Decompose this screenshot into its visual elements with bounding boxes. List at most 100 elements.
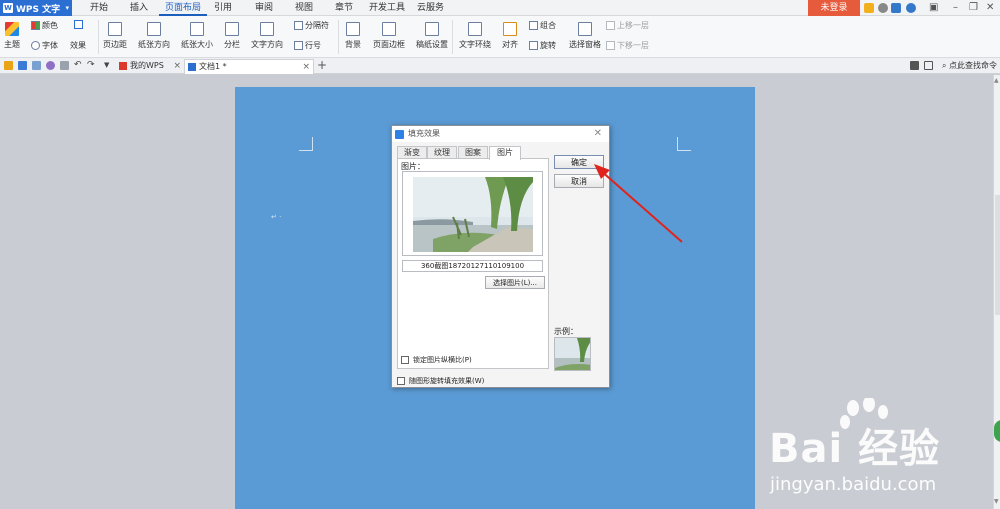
lock-ratio-label: 锁定图片纵横比(P) [413, 356, 472, 364]
page-border-button[interactable]: 页面边框 [373, 22, 405, 50]
tab-view[interactable]: 视图 [289, 0, 319, 16]
wps-logo-icon [119, 62, 127, 70]
orientation-button[interactable]: 纸张方向 [138, 22, 170, 50]
export-icon[interactable] [60, 61, 69, 70]
selection-pane-button[interactable]: 选择窗格 [569, 22, 601, 50]
new-tab-button[interactable]: + [317, 58, 327, 72]
close-icon[interactable]: ✕ [594, 126, 602, 142]
tab-review[interactable]: 审阅 [249, 0, 279, 16]
picture-panel: 图片： 360截图18720127110109100 选择图片(L)... 锁定… [397, 158, 549, 369]
close-icon[interactable]: × [302, 60, 310, 74]
tab-insert[interactable]: 插入 [124, 0, 154, 16]
document-icon [188, 63, 196, 71]
dialog-title-bar[interactable]: 填充效果 ✕ [392, 126, 609, 142]
tab-cloud[interactable]: 云服务 [411, 0, 450, 16]
align-button[interactable]: 对齐 [502, 22, 518, 50]
undo-icon[interactable]: ↶ [74, 61, 83, 70]
columns-button[interactable]: 分栏 [224, 22, 240, 50]
paper-size-icon [190, 22, 204, 36]
paper-size-button[interactable]: 纸张大小 [181, 22, 213, 50]
bring-forward-icon [606, 21, 615, 30]
search-icon: ⌕ [942, 61, 947, 70]
tab-reference[interactable]: 引用 [208, 0, 238, 16]
fill-effects-dialog: 填充效果 ✕ 渐变 纹理 图案 图片 图片： 360截图187201271101… [391, 125, 610, 388]
checkbox-icon[interactable] [397, 377, 405, 385]
help-icon[interactable] [906, 3, 916, 13]
background-button[interactable]: 背景 [345, 22, 361, 50]
effect-button[interactable]: 效果 [70, 40, 86, 51]
app-name: WPS 文字 [16, 4, 61, 15]
effect-icon-button[interactable] [74, 20, 83, 29]
theme-button[interactable]: 主题 [4, 22, 20, 50]
rotate-with-shape-label: 随图形旋转填充效果(W) [409, 377, 485, 385]
background-icon [346, 22, 360, 36]
tab-document1[interactable]: 文档1 * × [184, 59, 314, 74]
separator-icon [294, 21, 303, 30]
rotate-button[interactable]: 旋转 [529, 40, 556, 51]
red-arrow-annotation [594, 164, 683, 243]
margin-button[interactable]: 页边距 [103, 22, 127, 50]
send-backward-button[interactable]: 下移一层 [606, 40, 649, 51]
print-preview-icon[interactable] [32, 61, 41, 70]
color-icon [31, 21, 40, 30]
align-label: 对齐 [502, 40, 518, 49]
app-menu-button[interactable]: W WPS 文字 ▾ [0, 0, 72, 16]
tab-document1-label: 文档1 * [199, 62, 227, 71]
maximize-icon[interactable]: ❐ [969, 2, 978, 13]
redo-icon[interactable]: ↷ [87, 61, 96, 70]
bring-forward-button[interactable]: 上移一层 [606, 20, 649, 31]
tab-my-wps[interactable]: 我的WPS × [116, 59, 184, 74]
tab-start[interactable]: 开始 [84, 0, 114, 16]
skin-icon[interactable] [910, 61, 919, 70]
font-button[interactable]: 字体 [31, 40, 58, 51]
side-badge-icon[interactable] [994, 420, 1000, 442]
restore-ribbon-icon[interactable]: ▣ [929, 2, 938, 13]
close-icon[interactable]: ✕ [986, 2, 994, 13]
wrap-button[interactable]: 文字环绕 [459, 22, 491, 50]
tab-chapter[interactable]: 章节 [329, 0, 359, 16]
command-search[interactable]: ⌕ 点此查找命令 [942, 60, 997, 71]
color-button[interactable]: 颜色 [31, 20, 58, 31]
columns-icon [225, 22, 239, 36]
separator-button[interactable]: 分隔符 [294, 20, 329, 31]
text-direction-icon [260, 22, 274, 36]
scroll-thumb[interactable] [995, 195, 1000, 315]
scroll-up-icon[interactable]: ▲ [994, 77, 999, 84]
send-backward-label: 下移一层 [617, 41, 649, 50]
margin-icon [108, 22, 122, 36]
open-icon[interactable] [4, 61, 13, 70]
tab-picture[interactable]: 图片 [489, 146, 521, 160]
sample-label: 示例： [554, 327, 578, 336]
rotate-with-shape-checkbox[interactable]: 随图形旋转填充效果(W) [397, 376, 484, 386]
panel-icon[interactable] [924, 61, 933, 70]
tab-my-wps-label: 我的WPS [130, 61, 164, 70]
tab-developer[interactable]: 开发工具 [363, 0, 411, 16]
login-button[interactable]: 未登录 [808, 0, 860, 16]
selection-pane-label: 选择窗格 [569, 40, 601, 49]
selection-pane-icon [578, 22, 592, 36]
rotate-icon [529, 41, 538, 50]
orientation-icon [147, 22, 161, 36]
manuscript-button[interactable]: 稿纸设置 [416, 22, 448, 50]
command-search-label: 点此查找命令 [949, 61, 998, 70]
share-icon[interactable] [891, 3, 901, 13]
wps-logo-icon: W [3, 3, 13, 13]
close-icon[interactable]: × [173, 59, 181, 73]
line-number-icon [294, 41, 303, 50]
tab-page-layout[interactable]: 页面布局 [159, 0, 208, 16]
select-picture-button[interactable]: 选择图片(L)... [485, 276, 545, 289]
minimize-icon[interactable]: – [953, 2, 958, 13]
watermark-brand: Bai 经验 [769, 426, 941, 472]
skin-icon[interactable] [864, 3, 874, 13]
divider [452, 20, 453, 54]
settings-icon[interactable] [878, 3, 888, 13]
save-icon[interactable] [18, 61, 27, 70]
text-direction-button[interactable]: 文字方向 [251, 22, 283, 50]
chevron-down-icon[interactable]: ▼ [104, 61, 113, 70]
line-number-button[interactable]: 行号 [294, 40, 321, 51]
print-icon[interactable] [46, 61, 55, 70]
checkbox-icon[interactable] [401, 356, 409, 364]
group-button[interactable]: 组合 [529, 20, 556, 31]
document-tab-bar: ↶ ↷ ▼ 我的WPS × 文档1 * × + ⌕ 点此查找命令 [0, 58, 1000, 74]
lock-ratio-checkbox[interactable]: 锁定图片纵横比(P) [401, 355, 472, 365]
